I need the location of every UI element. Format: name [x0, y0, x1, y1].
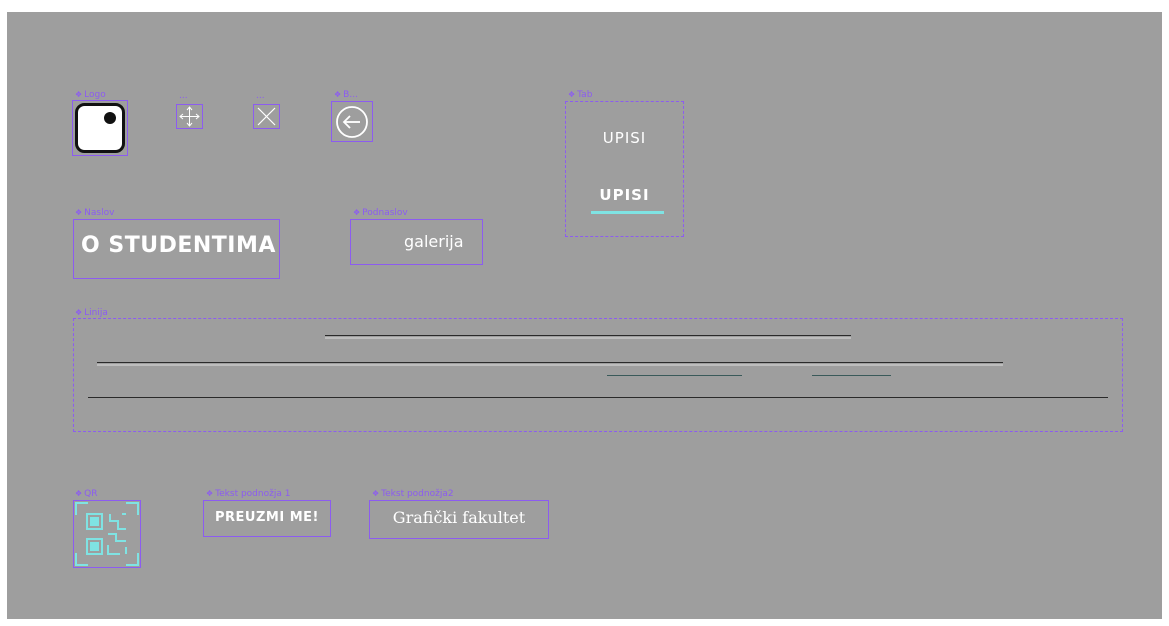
- logo-icon: [75, 103, 125, 153]
- close-component-label[interactable]: ...: [256, 91, 265, 101]
- tab-component-label[interactable]: ❖ Tab: [568, 90, 592, 100]
- footer-text-1: PREUZMI ME!: [215, 510, 319, 525]
- divider-line-short: [812, 375, 891, 376]
- move-arrows-icon: [177, 105, 202, 128]
- footer-text-2: Grafički fakultet: [392, 508, 526, 527]
- divider-line-shadow: [325, 337, 851, 339]
- back-arrow-icon: [333, 103, 371, 141]
- naslov-title: O STUDENTIMA: [81, 233, 276, 258]
- podnaslov-component-label[interactable]: ❖ Podnaslov: [353, 208, 408, 218]
- tab-active[interactable]: UPISI: [565, 186, 684, 204]
- qr-code-icon: [74, 501, 140, 567]
- divider-line: [325, 335, 851, 336]
- podnaslov-subtitle: galerija: [404, 232, 464, 251]
- move-component-label[interactable]: ...: [179, 91, 188, 101]
- footer1-component-label[interactable]: ❖ Tekst podnožja 1: [206, 489, 290, 499]
- tab-component-frame[interactable]: [565, 101, 684, 237]
- logo-component-label[interactable]: ❖ Logo: [75, 90, 106, 100]
- linija-component-label[interactable]: ❖ Linija: [75, 308, 108, 318]
- divider-line-short: [607, 375, 742, 376]
- back-component-label[interactable]: ❖ B...: [334, 90, 358, 100]
- divider-line: [88, 397, 1108, 398]
- close-x-icon: [255, 106, 278, 127]
- divider-line-shadow: [97, 364, 1003, 366]
- footer2-component-label[interactable]: ❖ Tekst podnožja2: [372, 489, 454, 499]
- divider-line: [97, 362, 1003, 363]
- tab-active-underline: [591, 211, 664, 214]
- qr-component-label[interactable]: ❖ QR: [75, 489, 98, 499]
- naslov-component-label[interactable]: ❖ Naslov: [75, 208, 114, 218]
- tab-normal[interactable]: UPISI: [565, 129, 684, 147]
